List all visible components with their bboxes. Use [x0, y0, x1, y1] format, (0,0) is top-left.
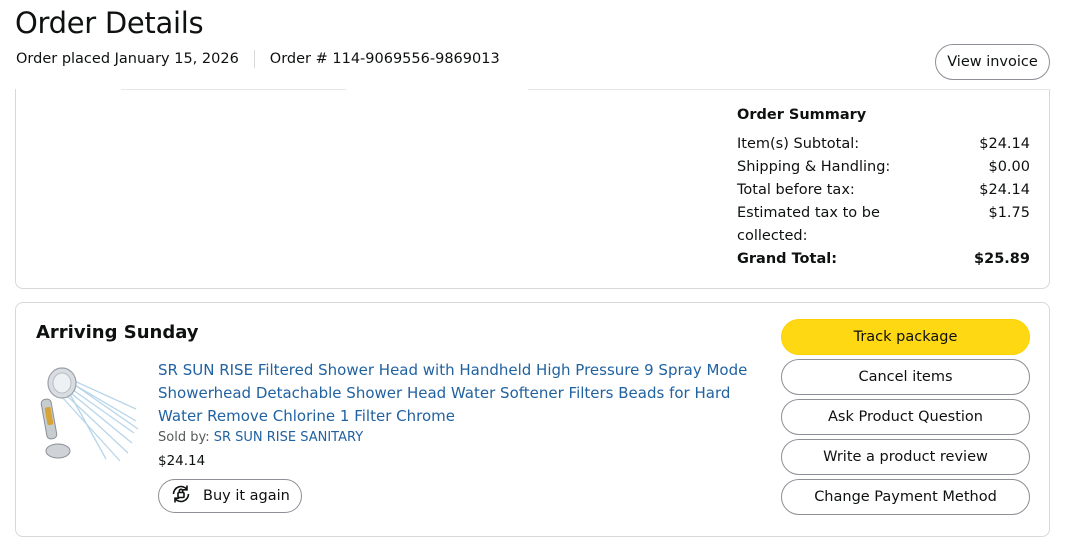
summary-value: $24.14 [979, 136, 1030, 152]
seller-link[interactable]: SR SUN RISE SANITARY [214, 430, 363, 445]
box-top-border [121, 89, 346, 90]
box-top-border [528, 89, 1051, 90]
shipment-actions: Track package Cancel items Ask Product Q… [781, 319, 1030, 515]
item-price: $24.14 [158, 453, 206, 469]
product-image[interactable] [36, 363, 139, 463]
summary-row-before-tax: Total before tax: $24.14 [737, 179, 1030, 202]
summary-label: Estimated tax to be collected: [737, 205, 880, 244]
page-title: Order Details [15, 6, 204, 40]
cancel-items-button[interactable]: Cancel items [781, 359, 1030, 395]
order-number: Order # 114-9069556-9869013 [269, 51, 500, 67]
summary-label: Total before tax: [737, 182, 855, 198]
summary-value: $0.00 [988, 159, 1030, 175]
track-package-button[interactable]: Track package [781, 319, 1030, 355]
order-info-box: Order Summary Item(s) Subtotal: $24.14 S… [15, 89, 1051, 289]
summary-label: Grand Total: [737, 251, 837, 267]
summary-row-tax: Estimated tax to be collected: $1.75 [737, 202, 1030, 248]
buy-it-again-label: Buy it again [203, 488, 290, 504]
summary-value: $1.75 [988, 205, 1030, 221]
product-title-link[interactable]: SR SUN RISE Filtered Shower Head with Ha… [158, 359, 758, 428]
order-summary-title: Order Summary [737, 107, 867, 123]
sold-by: Sold by: SR SUN RISE SANITARY [158, 430, 363, 445]
write-review-button[interactable]: Write a product review [781, 439, 1030, 475]
change-payment-button[interactable]: Change Payment Method [781, 479, 1030, 515]
summary-label: Shipping & Handling: [737, 159, 891, 175]
summary-value: $25.89 [974, 251, 1030, 267]
view-invoice-button[interactable]: View invoice [935, 44, 1050, 80]
order-meta: Order placed January 15, 2026 Order # 11… [16, 50, 500, 68]
delivery-status-heading: Arriving Sunday [36, 322, 199, 343]
order-summary: Order Summary Item(s) Subtotal: $24.14 S… [737, 107, 1030, 271]
summary-value: $24.14 [979, 182, 1030, 198]
shower-head-image [36, 363, 139, 463]
buy-it-again-button[interactable]: Buy it again [158, 479, 302, 513]
shipment-card: Arriving Sunday SR SUN RISE Filtered Sho… [15, 302, 1050, 537]
summary-row-subtotal: Item(s) Subtotal: $24.14 [737, 133, 1030, 156]
summary-row-grand-total: Grand Total: $25.89 [737, 248, 1030, 271]
ask-product-question-button[interactable]: Ask Product Question [781, 399, 1030, 435]
refresh-icon [169, 482, 193, 510]
sold-by-label: Sold by: [158, 430, 214, 445]
summary-row-shipping: Shipping & Handling: $0.00 [737, 156, 1030, 179]
summary-label: Item(s) Subtotal: [737, 136, 860, 152]
meta-divider [253, 50, 255, 68]
order-placed-date: Order placed January 15, 2026 [16, 51, 239, 67]
